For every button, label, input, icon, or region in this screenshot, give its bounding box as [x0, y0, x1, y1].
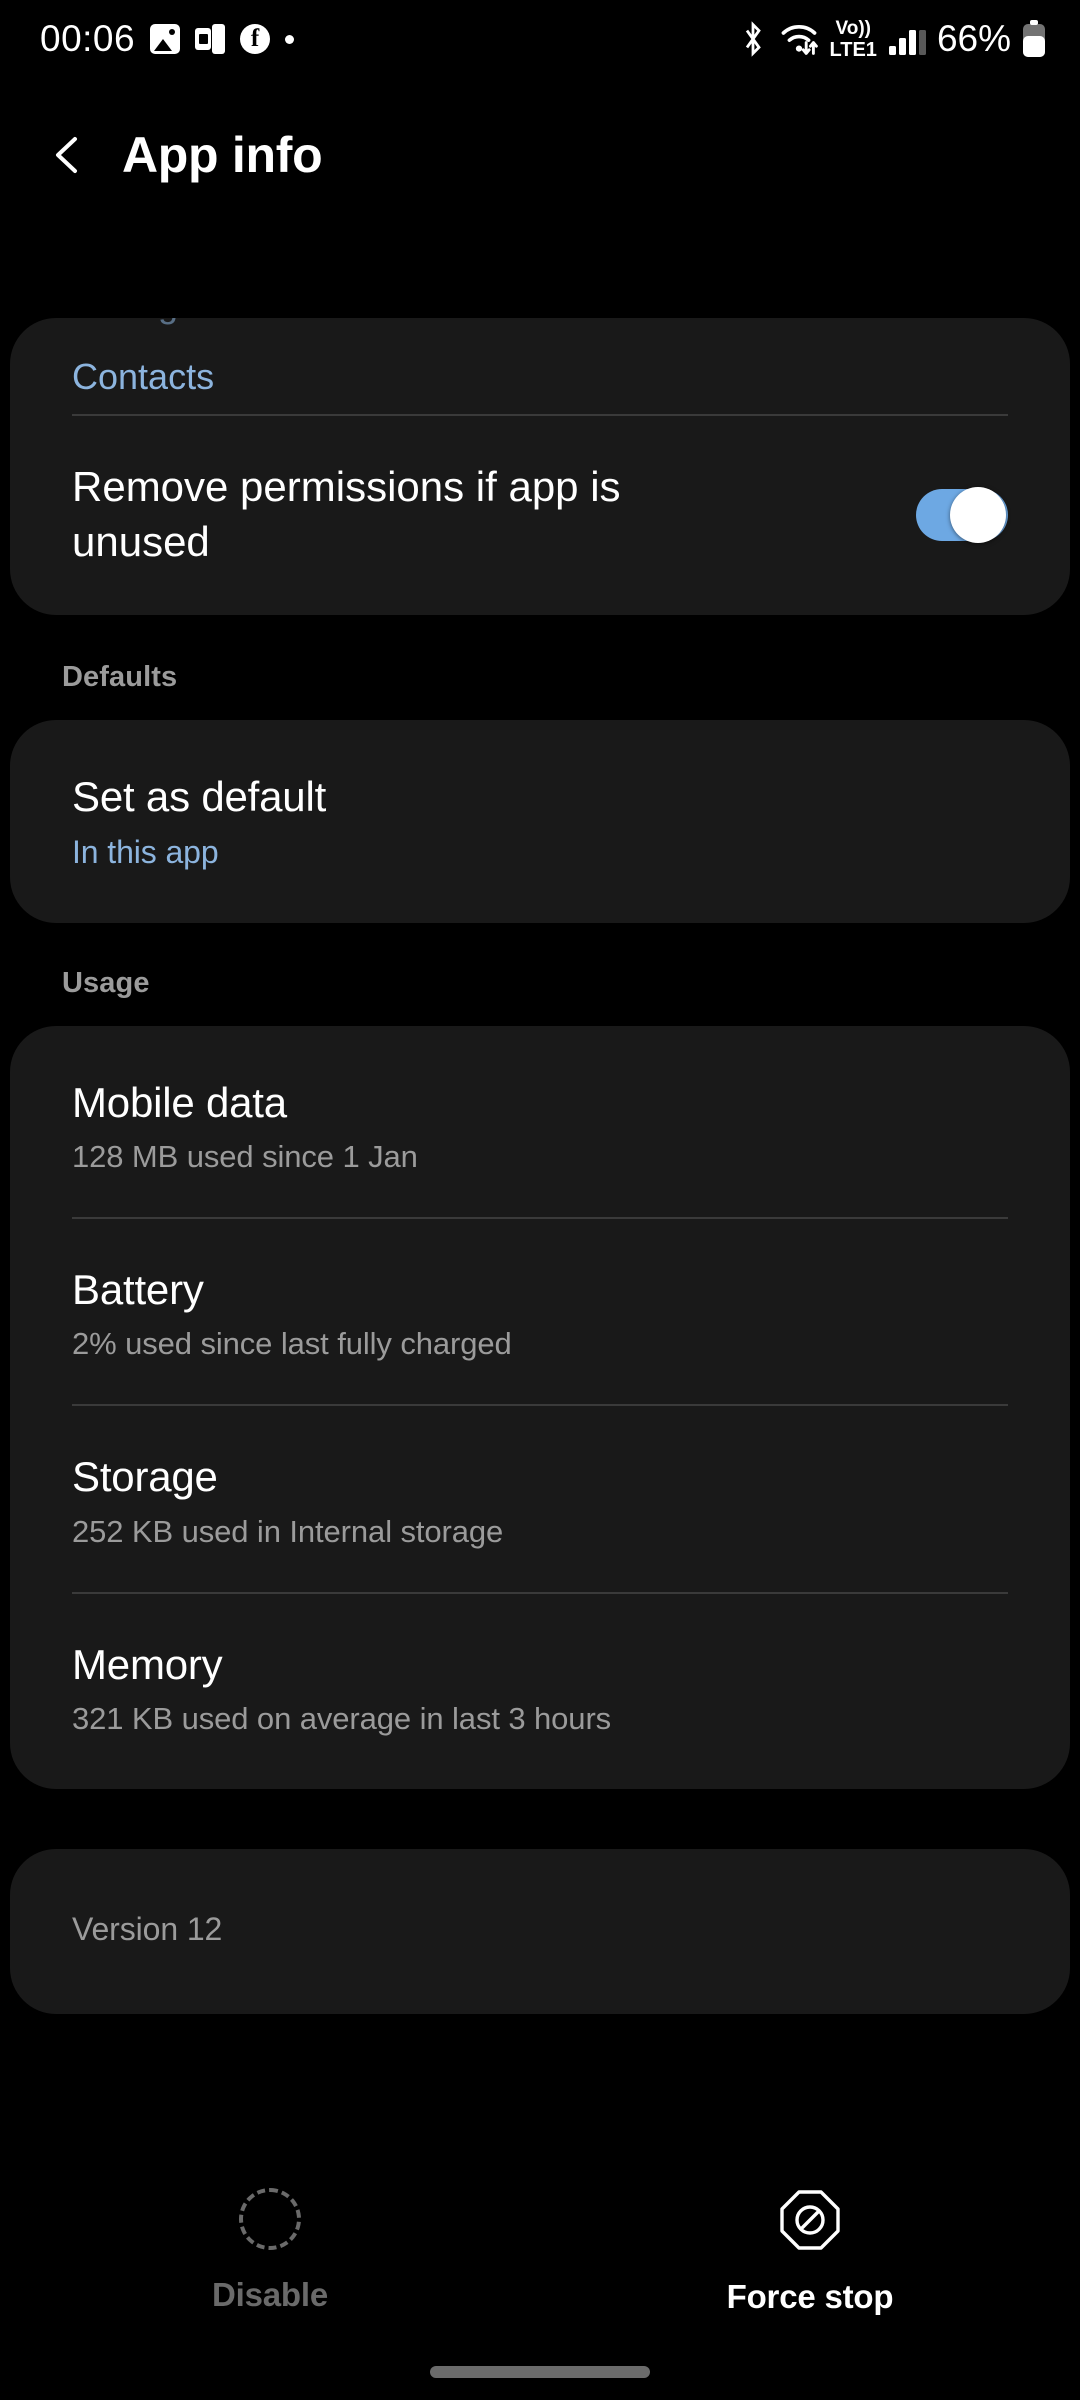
screen-record-icon [195, 24, 226, 54]
battery-percent-label: 66% [936, 18, 1011, 59]
permission-contacts-link[interactable]: Contacts [72, 356, 214, 398]
status-bar-right: Vo)) LTE1 66% [738, 18, 1046, 60]
permissions-card: Storage Contacts Remove permissions if a… [10, 318, 1070, 616]
set-as-default-subtitle: In this app [72, 833, 219, 870]
bottom-action-bar: Disable Force stop [0, 2140, 1080, 2400]
facebook-icon [240, 24, 271, 54]
set-as-default-row[interactable]: Set as default In this app [10, 720, 1070, 922]
usage-row-subtitle: 128 MB used since 1 Jan [72, 1138, 418, 1174]
usage-card: Mobile data 128 MB used since 1 Jan Batt… [10, 1025, 1070, 1789]
clipped-permission-label: Storage [72, 318, 198, 326]
version-row: Version 12 [10, 1849, 1070, 2014]
dot-icon [285, 34, 295, 44]
remove-permissions-label: Remove permissions if app is unused [72, 463, 621, 565]
version-label: Version 12 [72, 1910, 223, 1947]
status-bar-clock: 00:06 [40, 18, 136, 59]
battery-icon [1023, 20, 1045, 57]
bluetooth-icon [745, 21, 761, 57]
usage-row-memory[interactable]: Memory 321 KB used on average in last 3 … [10, 1594, 1070, 1789]
usage-row-subtitle: 252 KB used in Internal storage [72, 1513, 504, 1549]
usage-row-storage[interactable]: Storage 252 KB used in Internal storage [10, 1406, 1070, 1591]
remove-permissions-row[interactable]: Remove permissions if app is unused [10, 416, 1070, 615]
page-title: App info [122, 127, 323, 183]
toggle-knob [950, 486, 1006, 543]
usage-row-title: Battery [72, 1265, 204, 1313]
wifi-icon [781, 25, 818, 55]
usage-row-subtitle: 2% used since last fully charged [72, 1326, 512, 1362]
force-stop-button[interactable]: Force stop [540, 2140, 1080, 2400]
settings-scroll-area[interactable]: Storage Contacts Remove permissions if a… [0, 222, 1080, 2122]
usage-row-mobile-data[interactable]: Mobile data 128 MB used since 1 Jan [10, 1026, 1070, 1217]
set-as-default-title: Set as default [72, 773, 327, 821]
signal-bars-icon [888, 30, 926, 55]
status-bar: 00:06 Vo)) LTE1 66% [0, 0, 1080, 78]
gesture-nav-pill[interactable] [430, 2366, 650, 2378]
defaults-card: Set as default In this app [10, 720, 1070, 923]
photo-icon [150, 24, 181, 54]
section-label-usage: Usage [62, 966, 150, 999]
force-stop-octagon-icon [778, 2188, 842, 2252]
status-bar-left: 00:06 [40, 18, 295, 60]
app-bar: App info [0, 90, 1080, 220]
back-chevron-icon[interactable] [48, 134, 90, 176]
usage-row-subtitle: 321 KB used on average in last 3 hours [72, 1700, 612, 1736]
usage-row-title: Storage [72, 1453, 218, 1501]
volte-indicator: Vo)) LTE1 [829, 17, 877, 61]
permissions-allowed-row[interactable]: Storage Contacts [10, 318, 1070, 414]
force-stop-button-label: Force stop [726, 2278, 894, 2315]
section-label-defaults: Defaults [62, 661, 178, 694]
disable-dashed-circle-icon [239, 2188, 301, 2250]
version-card: Version 12 [10, 1848, 1070, 2014]
usage-row-title: Memory [72, 1640, 223, 1688]
usage-row-title: Mobile data [72, 1078, 287, 1126]
usage-row-battery[interactable]: Battery 2% used since last fully charged [10, 1219, 1070, 1404]
remove-permissions-toggle[interactable] [916, 486, 1008, 543]
disable-button[interactable]: Disable [0, 2140, 540, 2400]
disable-button-label: Disable [212, 2276, 328, 2313]
